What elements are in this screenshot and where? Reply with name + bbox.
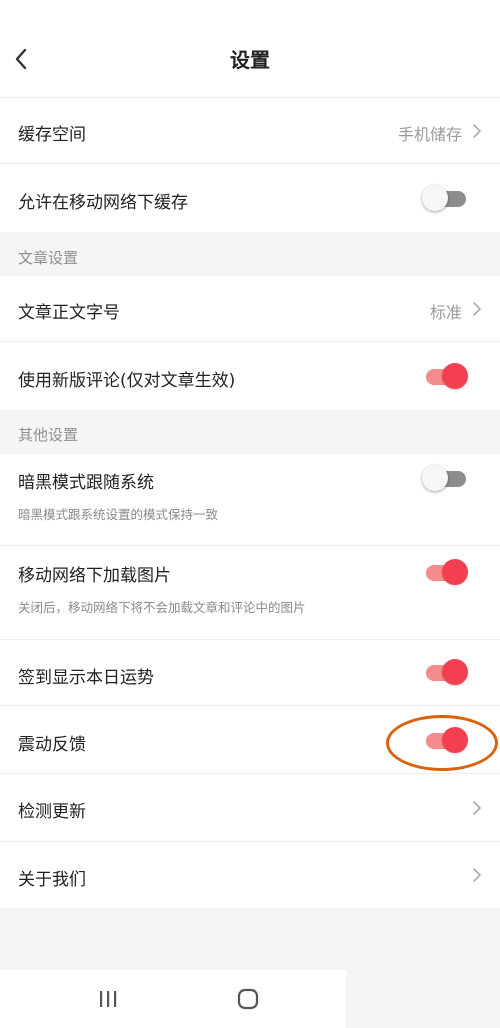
toggle-knob [422, 465, 448, 491]
setting-new-comments: 使用新版评论(仅对文章生效) [0, 342, 500, 410]
recent-apps-button[interactable] [88, 984, 128, 1014]
setting-label: 允许在移动网络下缓存 [18, 193, 188, 213]
setting-label: 签到显示本日运势 [18, 668, 154, 688]
toggle-knob [422, 185, 448, 211]
home-icon [237, 988, 259, 1010]
setting-check-update[interactable]: 检测更新 [0, 774, 500, 842]
setting-label: 使用新版评论(仅对文章生效) [18, 371, 236, 391]
setting-about-us[interactable]: 关于我们 [0, 842, 500, 908]
setting-description: 关闭后，移动网络下将不会加载文章和评论中的图片 [18, 600, 306, 615]
system-nav-bar [0, 970, 346, 1028]
setting-label: 关于我们 [18, 870, 86, 890]
chevron-right-icon [473, 302, 481, 316]
setting-label: 缓存空间 [18, 125, 86, 145]
setting-value: 标准 [429, 303, 462, 322]
setting-allow-mobile-cache: 允许在移动网络下缓存 [0, 164, 500, 232]
setting-description: 暗黑模式跟系统设置的模式保持一致 [18, 507, 219, 522]
new-comments-toggle[interactable] [422, 362, 468, 390]
dark-mode-toggle[interactable] [422, 464, 468, 492]
setting-daily-fortune: 签到显示本日运势 [0, 640, 500, 706]
setting-label: 移动网络下加载图片 [18, 566, 171, 586]
toggle-knob [442, 363, 468, 389]
section-header-other: 其他设置 [0, 410, 500, 454]
allow-mobile-cache-toggle[interactable] [422, 184, 468, 212]
header: 设置 [0, 16, 500, 98]
chevron-right-icon [473, 124, 481, 138]
setting-cache-space[interactable]: 缓存空间 手机储存 [0, 98, 500, 164]
daily-fortune-toggle[interactable] [422, 658, 468, 686]
setting-dark-mode: 暗黑模式跟随系统 暗黑模式跟系统设置的模式保持一致 [0, 454, 500, 546]
setting-label: 检测更新 [18, 802, 86, 822]
section-header-article: 文章设置 [0, 232, 500, 276]
setting-mobile-images: 移动网络下加载图片 关闭后，移动网络下将不会加载文章和评论中的图片 [0, 546, 500, 640]
home-button[interactable] [228, 984, 268, 1014]
annotation-circle [386, 715, 498, 771]
chevron-right-icon [473, 801, 481, 815]
setting-label: 暗黑模式跟随系统 [18, 473, 154, 493]
setting-value: 手机储存 [397, 125, 462, 144]
setting-label: 文章正文字号 [18, 303, 120, 323]
toggle-knob [442, 659, 468, 685]
recent-apps-icon [100, 991, 117, 1007]
chevron-right-icon [473, 868, 481, 882]
setting-label: 震动反馈 [18, 735, 86, 755]
toggle-knob [442, 559, 468, 585]
section-label: 其他设置 [18, 426, 79, 444]
section-label: 文章设置 [18, 249, 79, 267]
page-title: 设置 [230, 48, 270, 72]
status-bar [0, 0, 500, 16]
mobile-images-toggle[interactable] [422, 558, 468, 586]
setting-font-size[interactable]: 文章正文字号 标准 [0, 276, 500, 342]
